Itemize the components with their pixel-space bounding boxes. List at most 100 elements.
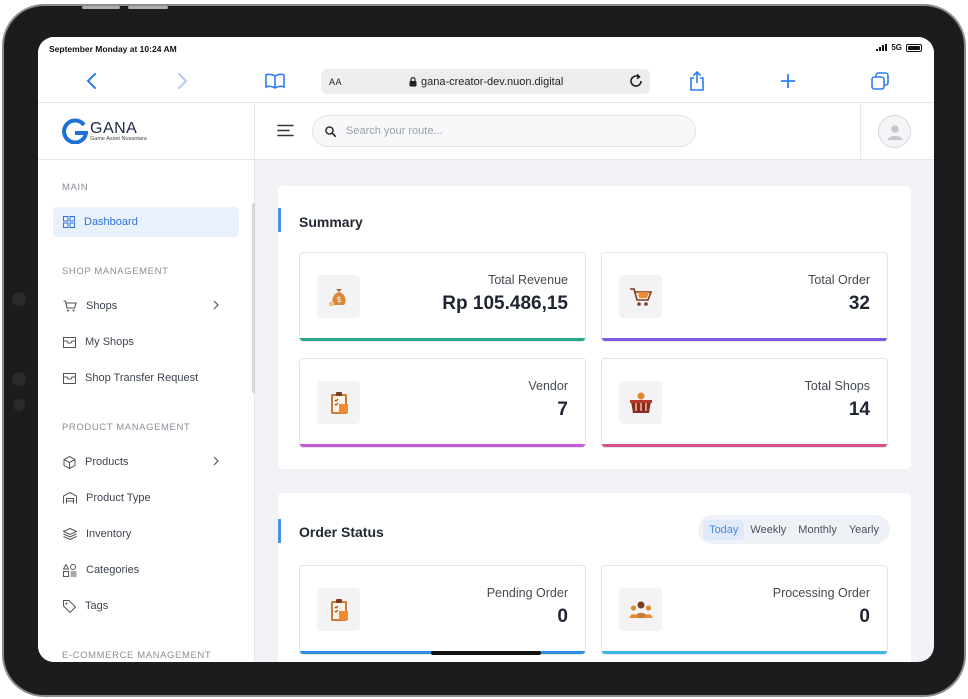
gana-logo-icon bbox=[62, 118, 88, 144]
chevron-right-icon bbox=[213, 456, 219, 466]
screen: September Monday at 10:24 AM 5G AA gana-… bbox=[38, 37, 934, 662]
status-indicators: 5G bbox=[876, 43, 922, 52]
header-divider bbox=[860, 103, 861, 160]
sidebar-item-dashboard[interactable]: Dashboard bbox=[53, 207, 239, 237]
forward-icon[interactable] bbox=[171, 70, 193, 92]
new-tab-icon[interactable] bbox=[777, 70, 799, 92]
stat-accent-bar bbox=[602, 338, 887, 341]
stat-value: 14 bbox=[848, 399, 870, 420]
sidebar-item-label: Shops bbox=[86, 300, 118, 312]
status-time: September Monday at 10:24 AM bbox=[49, 44, 177, 54]
stat-label: Total Order bbox=[808, 273, 870, 287]
user-avatar[interactable] bbox=[878, 115, 911, 148]
sidebar-item-tags[interactable]: Tags bbox=[53, 591, 239, 621]
tag-icon bbox=[63, 599, 76, 613]
sidebar-item-inventory[interactable]: Inventory bbox=[53, 519, 239, 549]
grid-icon bbox=[63, 216, 75, 228]
sensor-dot bbox=[13, 399, 25, 411]
svg-text:$: $ bbox=[336, 295, 341, 304]
stat-value: Rp 105.486,15 bbox=[442, 293, 568, 314]
url-text: gana-creator-dev.nuon.digital bbox=[421, 75, 564, 88]
cart-icon bbox=[63, 300, 77, 312]
url-display[interactable]: gana-creator-dev.nuon.digital bbox=[409, 76, 563, 88]
shopping-cart-icon bbox=[619, 275, 662, 318]
chevron-right-icon bbox=[213, 300, 219, 310]
stat-label: Processing Order bbox=[772, 586, 870, 600]
search-input[interactable] bbox=[346, 125, 676, 137]
stat-label: Vendor bbox=[528, 379, 568, 393]
stat-card-vendor[interactable]: Vendor 7 bbox=[299, 358, 586, 448]
brand-name: GANA bbox=[90, 119, 138, 137]
menu-toggle-icon[interactable] bbox=[277, 124, 294, 142]
route-search[interactable] bbox=[312, 115, 696, 147]
volume-button bbox=[128, 6, 168, 9]
sidebar-item-shop-transfer-request[interactable]: Shop Transfer Request bbox=[53, 363, 239, 393]
reload-icon[interactable] bbox=[628, 73, 644, 92]
stat-card-processing-order[interactable]: Processing Order 0 bbox=[601, 565, 888, 655]
period-tabs: Today Weekly Monthly Yearly bbox=[698, 515, 890, 544]
sensor-dot bbox=[12, 372, 26, 386]
share-icon[interactable] bbox=[686, 70, 708, 92]
sidebar-item-label: Inventory bbox=[86, 528, 132, 540]
sidebar-item-label: Shop Transfer Request bbox=[85, 372, 199, 384]
stat-card-pending-order[interactable]: Pending Order 0 bbox=[299, 565, 586, 655]
brand-logo[interactable]: GANA Game Asset Nusantara bbox=[38, 103, 254, 160]
search-icon bbox=[325, 125, 336, 137]
user-icon bbox=[887, 124, 902, 140]
tab-today[interactable]: Today bbox=[703, 519, 745, 540]
signal-icon bbox=[876, 44, 888, 51]
title-accent bbox=[278, 519, 281, 543]
stat-value: 0 bbox=[859, 606, 870, 627]
summary-panel: Summary $ Total Revenue Rp 105.486,15 To… bbox=[278, 186, 911, 469]
brand-tagline: Game Asset Nusantara bbox=[90, 135, 147, 142]
stat-label: Pending Order bbox=[486, 586, 568, 600]
order-status-title: Order Status bbox=[299, 524, 384, 540]
network-label: 5G bbox=[891, 43, 902, 52]
sidebar-item-categories[interactable]: Categories bbox=[53, 555, 239, 585]
browser-toolbar: AA gana-creator-dev.nuon.digital bbox=[38, 61, 934, 103]
section-shop-management: SHOP MANAGEMENT bbox=[62, 266, 169, 277]
stat-accent-bar bbox=[602, 444, 887, 447]
section-ecommerce-management: E-COMMERCE MANAGEMENT bbox=[62, 650, 212, 661]
stat-card-total-order[interactable]: Total Order 32 bbox=[601, 252, 888, 342]
sidebar-scrollbar[interactable] bbox=[252, 203, 255, 393]
clipboard-icon bbox=[317, 381, 360, 424]
box-icon bbox=[63, 455, 76, 469]
status-bar: September Monday at 10:24 AM 5G bbox=[38, 37, 934, 61]
tab-weekly[interactable]: Weekly bbox=[744, 520, 792, 540]
layers-icon bbox=[63, 528, 77, 540]
stat-value: 7 bbox=[557, 399, 568, 420]
tab-yearly[interactable]: Yearly bbox=[843, 520, 885, 540]
volume-button bbox=[82, 6, 120, 9]
bookmarks-icon[interactable] bbox=[264, 70, 286, 92]
camera-dot bbox=[12, 292, 26, 306]
stat-card-total-revenue[interactable]: $ Total Revenue Rp 105.486,15 bbox=[299, 252, 586, 342]
stat-value: 32 bbox=[848, 293, 870, 314]
money-bag-icon: $ bbox=[317, 275, 360, 318]
sidebar-item-label: Categories bbox=[86, 564, 140, 576]
clipboard-icon bbox=[317, 588, 360, 631]
sidebar-item-product-type[interactable]: Product Type bbox=[53, 483, 239, 513]
sidebar: GANA Game Asset Nusantara MAIN Dashboard… bbox=[38, 103, 255, 662]
section-product-management: PRODUCT MANAGEMENT bbox=[62, 422, 191, 433]
categories-icon bbox=[63, 563, 77, 577]
lock-icon bbox=[409, 76, 417, 86]
tabs-overview-icon[interactable] bbox=[869, 70, 891, 92]
sidebar-item-shops[interactable]: Shops bbox=[53, 291, 239, 321]
sidebar-item-my-shops[interactable]: My Shops bbox=[53, 327, 239, 357]
tab-monthly[interactable]: Monthly bbox=[792, 520, 843, 540]
sidebar-item-label: Tags bbox=[85, 600, 109, 612]
stat-card-total-shops[interactable]: Total Shops 14 bbox=[601, 358, 888, 448]
basket-icon bbox=[619, 381, 662, 424]
address-bar[interactable]: AA gana-creator-dev.nuon.digital bbox=[321, 69, 650, 94]
stat-label: Total Revenue bbox=[488, 273, 568, 287]
text-size-button[interactable]: AA bbox=[329, 77, 342, 87]
back-icon[interactable] bbox=[81, 70, 103, 92]
stat-label: Total Shops bbox=[804, 379, 870, 393]
home-indicator bbox=[431, 651, 541, 655]
stat-accent-bar bbox=[602, 651, 887, 654]
warehouse-icon bbox=[63, 492, 77, 504]
sidebar-item-products[interactable]: Products bbox=[53, 447, 239, 477]
section-main: MAIN bbox=[62, 182, 89, 193]
inbox-icon bbox=[63, 336, 76, 348]
